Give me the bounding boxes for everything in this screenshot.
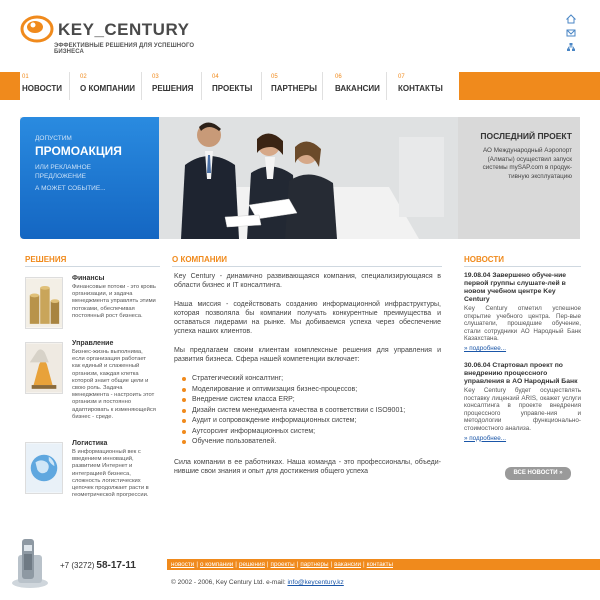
footer-link-solutions[interactable]: решения xyxy=(239,561,265,568)
about-paragraph-3: Мы предлагаем своим клиентам комплексные… xyxy=(174,347,441,363)
nav-left-bar xyxy=(0,72,20,100)
email-link[interactable]: info@keycentury.kz xyxy=(287,579,343,586)
nav-item-solutions[interactable]: 03 РЕШЕНИЯ xyxy=(152,72,202,100)
main-nav: 01 НОВОСТИ 02 О КОМПАНИИ 03 РЕШЕНИЯ 04 П… xyxy=(0,72,600,100)
competence-item: Моделирование и оптимизация бизнес-проце… xyxy=(182,385,441,396)
nav-num: 02 xyxy=(80,74,87,80)
news-text: Key Century будет осуществлять поставку … xyxy=(464,386,581,432)
footer-link-projects[interactable]: проекты xyxy=(271,561,295,568)
nav-label: ПАРТНЕРЫ xyxy=(271,84,317,93)
coins-icon xyxy=(25,277,63,329)
news-divider xyxy=(464,266,581,267)
all-news-button[interactable]: ВСЕ НОВОСТИ » xyxy=(505,467,571,480)
nav-item-news[interactable]: 01 НОВОСТИ xyxy=(22,72,70,100)
news-item: 30.06.04 Стартовал проект по внедрению п… xyxy=(464,362,581,442)
promo-line-4: А МОЖЕТ СОБЫТИЕ... xyxy=(35,185,106,192)
brand-name: KEY_CENTURY xyxy=(58,20,190,39)
copyright: © 2002 - 2006, Key Century Ltd. e-mail: … xyxy=(171,579,344,586)
phone-code: +7 (3272) xyxy=(60,561,95,570)
logo-mark-icon xyxy=(20,15,54,43)
solution-title: Логистика xyxy=(72,440,108,447)
nav-num: 05 xyxy=(271,74,278,80)
last-project-text: АО Международный Аэропорт (Алматы) осуще… xyxy=(482,147,572,180)
nav-label: ВАКАНСИИ xyxy=(335,84,380,93)
phone-number: +7 (3272) 58-17-11 xyxy=(60,560,136,571)
competence-list: Стратегический консалтинг; Моделирование… xyxy=(182,374,441,448)
news-title[interactable]: 19.08.04 Завершено обуче-ние первой груп… xyxy=(464,272,581,304)
nav-num: 01 xyxy=(22,74,29,80)
mail-icon[interactable] xyxy=(566,28,576,38)
news-list: 19.08.04 Завершено обуче-ние первой груп… xyxy=(464,272,581,452)
chess-icon xyxy=(25,342,63,394)
last-project-block[interactable]: ПОСЛЕДНИЙ ПРОЕКТ АО Международный Аэропо… xyxy=(458,117,580,239)
competence-item: Аутсорсинг информационных систем; xyxy=(182,427,441,438)
sitemap-icon[interactable] xyxy=(566,42,576,52)
news-item: 19.08.04 Завершено обуче-ние первой груп… xyxy=(464,272,581,352)
solution-finance[interactable]: Финансы Финансовые потоки - это кровь ор… xyxy=(25,275,160,335)
nav-item-projects[interactable]: 04 ПРОЕКТЫ xyxy=(212,72,262,100)
top-icons xyxy=(566,14,578,56)
solutions-divider xyxy=(25,266,160,267)
footer-link-vacancies[interactable]: вакансии xyxy=(334,561,361,568)
nav-right-bar xyxy=(459,72,600,100)
business-people-photo xyxy=(159,117,458,239)
news-more-link[interactable]: » подробнее... xyxy=(464,345,506,352)
home-icon[interactable] xyxy=(566,14,576,24)
phone-digits: 58-17-11 xyxy=(96,560,136,571)
logo[interactable]: KEY_CENTURY ЭФФЕКТИВНЫЕ РЕШЕНИЯ ДЛЯ УСПЕ… xyxy=(20,14,220,55)
nav-label: ПРОЕКТЫ xyxy=(212,84,253,93)
solutions-heading: РЕШЕНИЯ xyxy=(25,255,67,264)
about-paragraph-4: Сила компании в ее работниках. Наша кома… xyxy=(174,458,441,475)
nav-label: О КОМПАНИИ xyxy=(80,84,136,93)
business-people-illustration xyxy=(159,117,458,239)
about-divider xyxy=(172,266,442,267)
about-paragraph-1: Key Century - динамично развивающаяся ко… xyxy=(174,273,441,289)
footer-link-about[interactable]: о компании xyxy=(200,561,233,568)
competence-item: Дизайн систем менеджмента качества в соо… xyxy=(182,406,441,417)
solution-text: В информационный век с введением инновац… xyxy=(72,449,149,499)
nav-label: РЕШЕНИЯ xyxy=(152,84,194,93)
about-heading: О КОМПАНИИ xyxy=(172,255,228,264)
news-heading: НОВОСТИ xyxy=(464,255,505,264)
nav-item-about[interactable]: 02 О КОМПАНИИ xyxy=(80,72,142,100)
solution-text: Финансовые потоки - это кровь организаци… xyxy=(72,284,156,319)
promo-block[interactable]: ДОПУСТИМ ПРОМОАКЦИЯ ИЛИ РЕКЛАМНОЕ ПРЕДЛО… xyxy=(20,117,159,239)
solution-management[interactable]: Управление Бизнес-жизнь выполнима, если … xyxy=(25,340,160,435)
news-text: Key Century отметил успешное открытие уч… xyxy=(464,305,581,343)
news-more-link[interactable]: » подробнее... xyxy=(464,435,506,442)
nav-label: НОВОСТИ xyxy=(22,84,63,93)
footer-link-partners[interactable]: партнеры xyxy=(300,561,328,568)
news-title[interactable]: 30.06.04 Стартовал проект по внедрению п… xyxy=(464,362,581,386)
copyright-text: © 2002 - 2006, Key Century Ltd. e-mail: xyxy=(171,579,286,586)
competence-item: Аудит и сопровождение информационных сис… xyxy=(182,416,441,427)
promo-title: ПРОМОАКЦИЯ xyxy=(35,144,122,158)
promo-line-1: ДОПУСТИМ xyxy=(35,135,72,142)
solution-logistics[interactable]: Логистика В информационный век с введени… xyxy=(25,440,160,520)
nav-label: КОНТАКТЫ xyxy=(398,84,443,93)
telephone-icon xyxy=(12,539,48,588)
footer-links: новости | о компании | решения | проекты | партн… xyxy=(171,561,393,568)
nav-num: 07 xyxy=(398,74,405,80)
promo-line-3: ИЛИ РЕКЛАМНОЕ ПРЕДЛОЖЕНИЕ xyxy=(35,164,91,180)
nav-item-partners[interactable]: 05 ПАРТНЕРЫ xyxy=(271,72,323,100)
globe-icon xyxy=(25,442,63,494)
about-content: Key Century - динамично развивающаяся ко… xyxy=(174,272,441,486)
competence-item: Стратегический консалтинг; xyxy=(182,374,441,385)
footer-link-news[interactable]: новости xyxy=(171,561,194,568)
footer-link-contacts[interactable]: контакты xyxy=(367,561,393,568)
nav-num: 06 xyxy=(335,74,342,80)
solution-title: Управление xyxy=(72,340,114,347)
solution-title: Финансы xyxy=(72,275,105,282)
brand-tagline: ЭФФЕКТИВНЫЕ РЕШЕНИЯ ДЛЯ УСПЕШНОГО БИЗНЕС… xyxy=(54,43,195,55)
about-paragraph-2: Наша миссия - содействовать созданию инф… xyxy=(174,301,441,335)
competence-item: Внедрение систем класса ERP; xyxy=(182,395,441,406)
competence-item: Обучение пользователей. xyxy=(182,437,441,448)
solution-text: Бизнес-жизнь выполнима, если организация… xyxy=(72,349,156,420)
nav-item-contacts[interactable]: 07 КОНТАКТЫ xyxy=(398,72,452,100)
last-project-title: ПОСЛЕДНИЙ ПРОЕКТ xyxy=(480,131,572,141)
nav-item-vacancies[interactable]: 06 ВАКАНСИИ xyxy=(335,72,387,100)
nav-num: 04 xyxy=(212,74,219,80)
nav-num: 03 xyxy=(152,74,159,80)
